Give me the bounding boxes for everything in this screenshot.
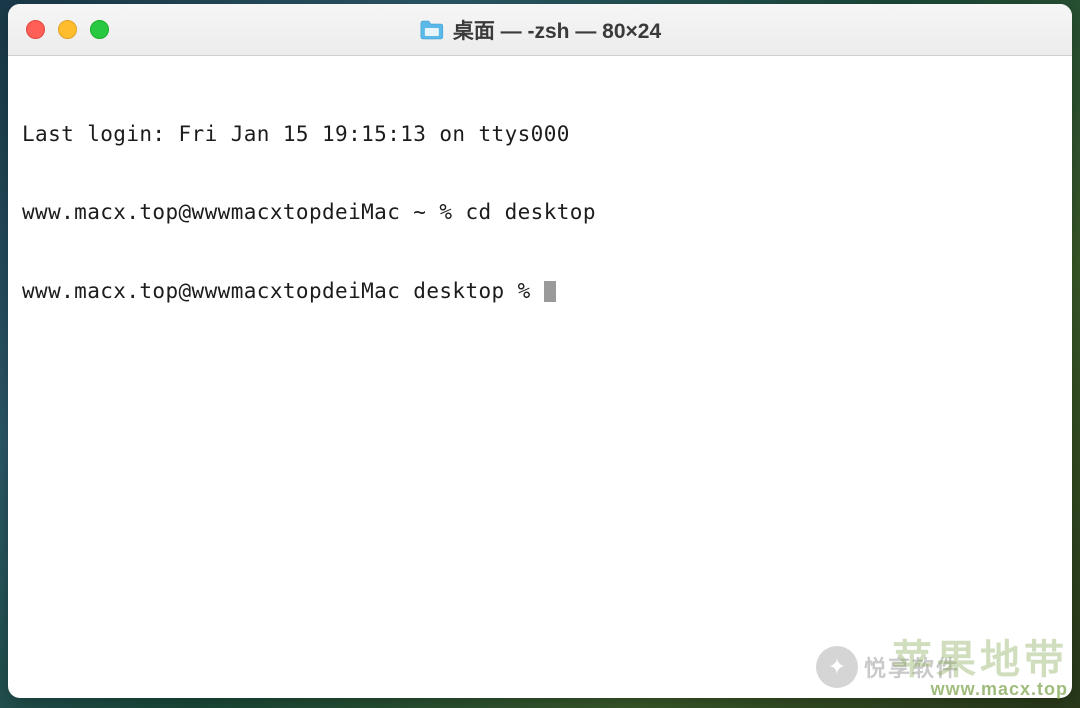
maximize-button[interactable] xyxy=(90,20,109,39)
terminal-line: www.macx.top@wwwmacxtopdeiMac desktop % xyxy=(22,278,1058,304)
minimize-button[interactable] xyxy=(58,20,77,39)
terminal-prompt: www.macx.top@wwwmacxtopdeiMac desktop % xyxy=(22,279,544,303)
traffic-lights xyxy=(26,20,109,39)
terminal-line: www.macx.top@wwwmacxtopdeiMac ~ % cd des… xyxy=(22,199,1058,225)
terminal-body[interactable]: Last login: Fri Jan 15 19:15:13 on ttys0… xyxy=(8,56,1072,369)
folder-icon xyxy=(419,19,445,41)
window-title: 桌面 — -zsh — 80×24 xyxy=(453,15,661,45)
terminal-line: Last login: Fri Jan 15 19:15:13 on ttys0… xyxy=(22,121,1058,147)
terminal-window: 桌面 — -zsh — 80×24 Last login: Fri Jan 15… xyxy=(8,4,1072,698)
titlebar[interactable]: 桌面 — -zsh — 80×24 xyxy=(8,4,1072,56)
close-button[interactable] xyxy=(26,20,45,39)
window-title-area: 桌面 — -zsh — 80×24 xyxy=(419,15,661,45)
cursor xyxy=(544,281,556,302)
